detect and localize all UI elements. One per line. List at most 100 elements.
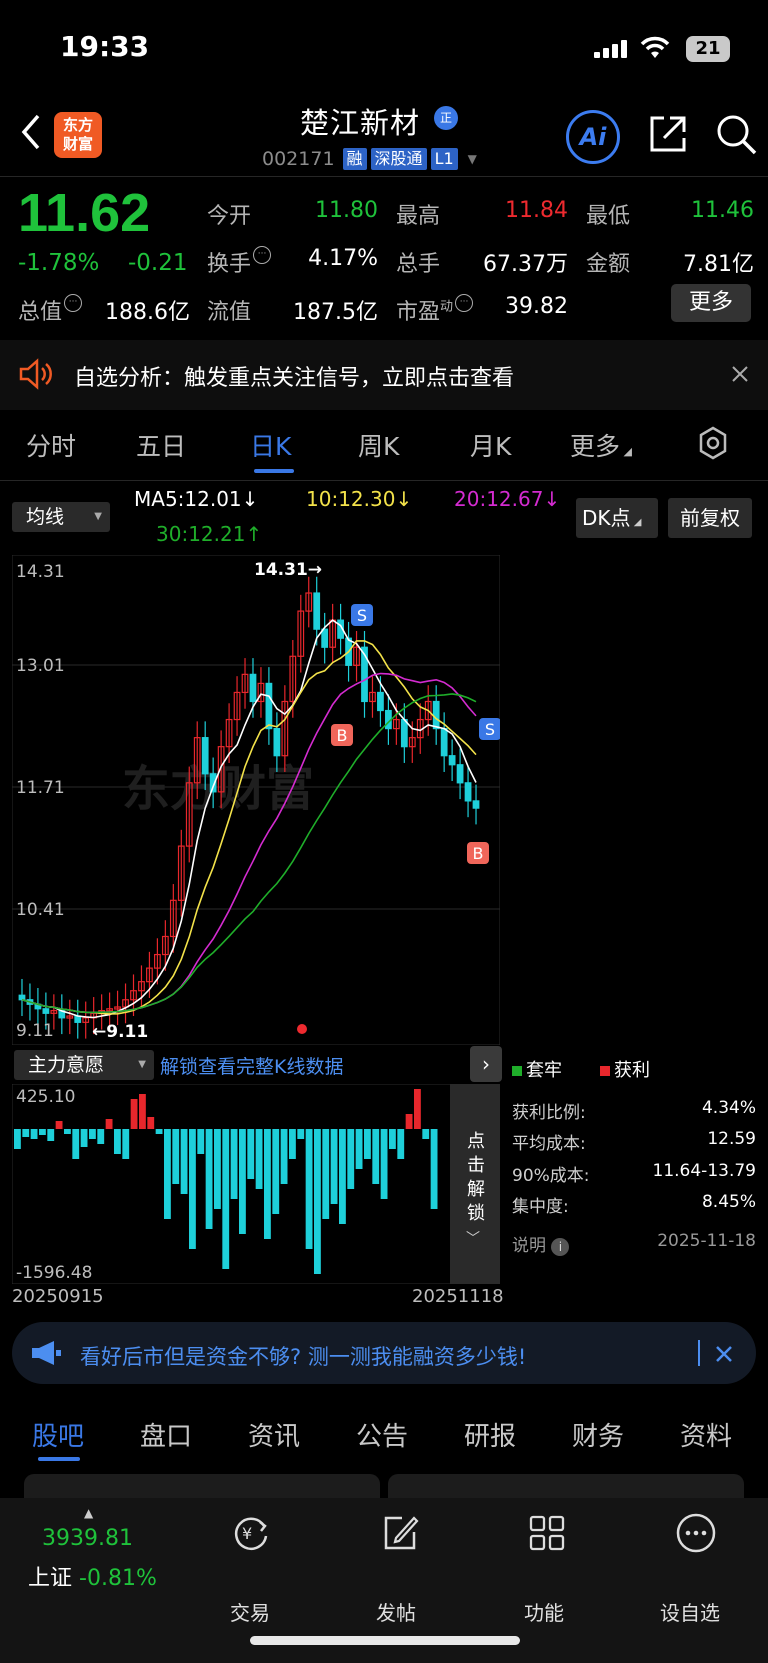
candle-body bbox=[472, 800, 480, 809]
divider bbox=[0, 176, 768, 177]
index-quote[interactable]: 上证 -0.81% bbox=[28, 1560, 157, 1592]
chevron-down-icon: ▼ bbox=[94, 511, 102, 522]
dk-point-button[interactable]: DK点 ◢ bbox=[576, 498, 658, 538]
kline-chart[interactable]: 东方财富 14.31 13.01 11.71 10.41 9.11 14.31→… bbox=[12, 555, 500, 1045]
tab-announcements[interactable]: 公告 bbox=[356, 1416, 408, 1453]
share-icon[interactable] bbox=[646, 112, 690, 156]
search-icon[interactable] bbox=[714, 112, 758, 156]
y-tick: 9.11 bbox=[16, 1021, 54, 1041]
tab-news[interactable]: 资讯 bbox=[248, 1416, 300, 1453]
sub-bar bbox=[39, 1129, 46, 1135]
sub-bar bbox=[355, 1129, 363, 1169]
sub-bar bbox=[289, 1129, 296, 1159]
tab-intraday[interactable]: 分时 bbox=[26, 427, 76, 463]
sub-bar bbox=[189, 1129, 196, 1249]
chip-date: 2025-11-18 bbox=[657, 1231, 756, 1251]
ai-button[interactable]: Ai bbox=[566, 110, 620, 164]
y-tick: 14.31 bbox=[16, 562, 65, 582]
stock-code-row[interactable]: 002171 融 深股通 L1 ▼ bbox=[262, 147, 477, 171]
sub-bar bbox=[264, 1129, 271, 1239]
chevron-right-icon[interactable]: › bbox=[470, 1046, 502, 1082]
tab-more[interactable]: 更多 ◢ bbox=[570, 427, 632, 463]
trade-icon[interactable]: ¥ bbox=[230, 1512, 272, 1554]
close-icon[interactable] bbox=[714, 1344, 734, 1364]
chevron-down-icon: ◢ bbox=[630, 517, 642, 528]
close-icon[interactable] bbox=[730, 364, 750, 384]
stock-name-badge: 正 bbox=[434, 106, 458, 130]
y-tick: 11.71 bbox=[16, 778, 65, 798]
more-button[interactable]: 更多 bbox=[671, 284, 751, 322]
sub-bar bbox=[314, 1129, 321, 1274]
tab-research[interactable]: 研报 bbox=[464, 1416, 516, 1453]
sub-bar bbox=[205, 1129, 213, 1229]
divider bbox=[0, 480, 768, 481]
sub-bar bbox=[72, 1129, 80, 1159]
avg-cost-value: 12.59 bbox=[707, 1129, 756, 1149]
speaker-icon bbox=[19, 358, 52, 390]
sub-bar bbox=[239, 1129, 246, 1234]
post-card[interactable] bbox=[388, 1474, 744, 1498]
tag-connect: 深股通 bbox=[370, 148, 427, 170]
signal-label: S bbox=[485, 720, 495, 739]
sub-bar bbox=[97, 1129, 105, 1144]
unlock-side-label[interactable]: 点击解锁 bbox=[464, 1130, 488, 1226]
sub-bar bbox=[130, 1099, 138, 1129]
sub-bar bbox=[305, 1129, 313, 1249]
volume-value: 67.37万 bbox=[483, 252, 568, 277]
gear-icon[interactable] bbox=[696, 426, 730, 460]
candle-body bbox=[18, 994, 26, 1001]
sub-bar bbox=[55, 1121, 63, 1129]
adjust-mode-button[interactable]: 前复权 bbox=[668, 498, 752, 538]
ma-lines-group bbox=[21, 619, 477, 1019]
info-icon[interactable]: ··· bbox=[64, 294, 83, 312]
dock-add-watchlist[interactable]: 设自选 bbox=[660, 1597, 720, 1626]
info-icon[interactable]: i bbox=[551, 1238, 570, 1256]
candle-body bbox=[321, 628, 329, 648]
promo-text[interactable]: 看好后市但是资金不够? 测一测我能融资多少钱! bbox=[80, 1341, 526, 1371]
tab-five-day[interactable]: 五日 bbox=[136, 427, 186, 463]
tab-profile[interactable]: 资料 bbox=[680, 1416, 732, 1453]
main-force-chart: 425.10 -1596.48 bbox=[12, 1084, 500, 1284]
dock-post[interactable]: 发帖 bbox=[376, 1597, 416, 1626]
sub-bar bbox=[347, 1129, 355, 1189]
event-dot[interactable] bbox=[297, 1024, 307, 1034]
legend-profit: 获利 bbox=[600, 1056, 650, 1082]
info-icon[interactable]: ··· bbox=[253, 246, 272, 264]
info-icon[interactable]: ··· bbox=[455, 294, 474, 312]
indicator-select[interactable]: 主力意愿 ▼ bbox=[14, 1050, 154, 1080]
tab-daily-k[interactable]: 日K bbox=[250, 427, 291, 463]
tab-weekly-k[interactable]: 周K bbox=[358, 427, 399, 463]
unlock-link[interactable]: 解锁查看完整K线数据 bbox=[160, 1052, 343, 1079]
note-label[interactable]: 说明 i bbox=[512, 1231, 570, 1256]
sub-bar bbox=[339, 1129, 346, 1224]
change-amount: -0.21 bbox=[128, 250, 188, 276]
tab-monthly-k[interactable]: 月K bbox=[470, 427, 511, 463]
sub-min: -1596.48 bbox=[16, 1263, 92, 1283]
tab-finance[interactable]: 财务 bbox=[572, 1416, 624, 1453]
alert-text[interactable]: 自选分析：触发重点关注信号，立即点击查看 bbox=[74, 360, 514, 392]
bottom-tab-indicator bbox=[38, 1457, 80, 1461]
more-dots-icon[interactable] bbox=[675, 1512, 717, 1554]
tab-forum[interactable]: 股吧 bbox=[32, 1416, 84, 1453]
candle-body bbox=[432, 700, 440, 730]
index-value[interactable]: 3939.81 bbox=[42, 1526, 133, 1551]
sub-bar bbox=[297, 1129, 305, 1139]
profit-ratio-label: 获利比例: bbox=[512, 1103, 586, 1123]
sub-bar bbox=[105, 1119, 113, 1129]
tab-orderbook[interactable]: 盘口 bbox=[140, 1416, 192, 1453]
compose-icon[interactable] bbox=[380, 1512, 420, 1554]
ma10-legend: 10:12.30↓ bbox=[306, 487, 413, 511]
sub-bar bbox=[80, 1129, 88, 1147]
dock-functions[interactable]: 功能 bbox=[524, 1597, 564, 1626]
sub-bar bbox=[322, 1129, 330, 1219]
grid-icon[interactable] bbox=[528, 1514, 566, 1552]
ma-select[interactable]: 均线 ▼ bbox=[12, 502, 110, 532]
svg-text:¥: ¥ bbox=[242, 1524, 252, 1543]
turnover-label: 换手 ··· bbox=[207, 246, 272, 278]
back-icon[interactable] bbox=[18, 112, 44, 152]
dock-trade[interactable]: 交易 bbox=[230, 1597, 270, 1626]
high-value: 11.84 bbox=[505, 198, 568, 223]
open-label: 今开 bbox=[207, 204, 252, 229]
post-card[interactable] bbox=[24, 1474, 380, 1498]
ma5-legend: MA5:12.01↓ bbox=[134, 487, 259, 511]
